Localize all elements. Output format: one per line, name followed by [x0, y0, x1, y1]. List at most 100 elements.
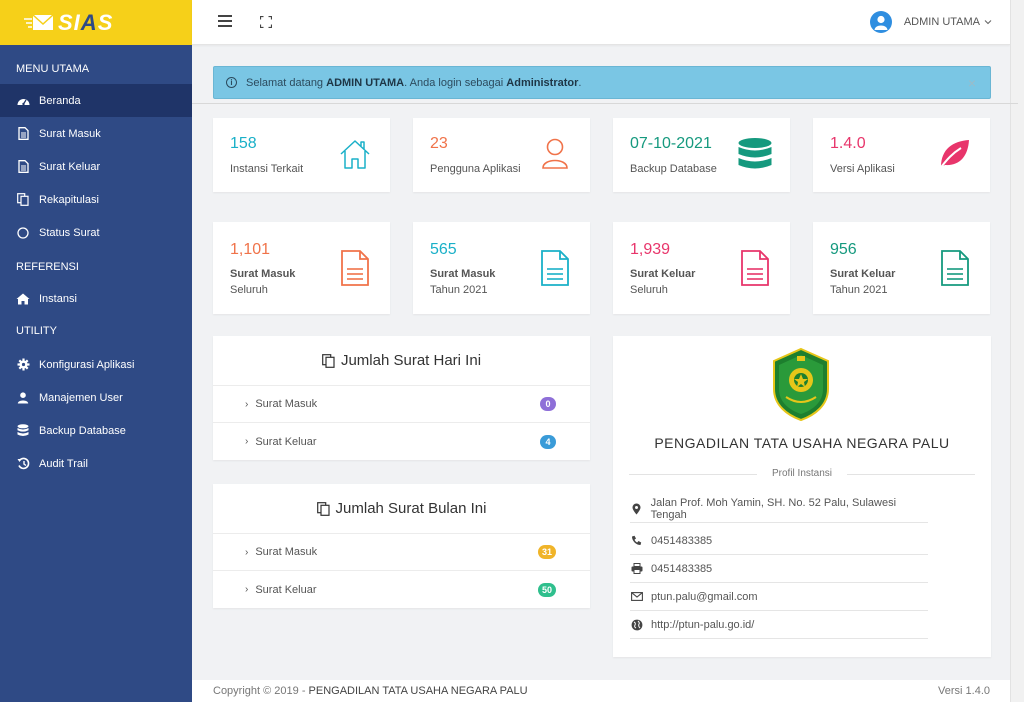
institution-name: PENGADILAN TATA USAHA NEGARA PALU [654, 435, 950, 451]
stat-label: Surat Masuk [230, 268, 296, 280]
list-item-surat-masuk-bulan[interactable]: › Surat Masuk 31 [213, 534, 590, 571]
list-item-surat-masuk-hari[interactable]: › Surat Masuk 0 [213, 386, 590, 423]
brand-logo[interactable]: SIAS [0, 0, 192, 45]
chevron-right-icon: › [245, 584, 249, 595]
version-text: Versi 1.4.0 [938, 685, 990, 697]
circle-icon [16, 226, 30, 240]
gear-icon [16, 358, 30, 372]
close-icon[interactable]: × [968, 75, 976, 91]
stat-card-backup[interactable]: 07-10-2021 Backup Database [613, 118, 790, 192]
menu-section-referensi: REFERENSI [16, 261, 79, 273]
sidebar-item-label: Status Surat [39, 226, 100, 239]
map-marker-icon [630, 503, 643, 515]
copy-icon [322, 353, 335, 368]
sidebar-item-manajemen-user[interactable]: Manajemen User [0, 381, 192, 414]
stat-label: Pengguna Aplikasi [430, 163, 521, 175]
dashboard-icon [16, 94, 30, 108]
sidebar-item-label: Konfigurasi Aplikasi [39, 358, 135, 371]
phone-icon [630, 535, 643, 546]
database-icon [16, 424, 30, 438]
count-badge: 50 [537, 582, 556, 597]
home-icon [16, 292, 30, 306]
sidebar-item-label: Audit Trail [39, 457, 88, 470]
stat-value: 1,939 [630, 241, 671, 258]
hamburger-menu-icon[interactable] [218, 15, 232, 27]
stat-card-surat-masuk-tahun[interactable]: 565 Surat Masuk Tahun 2021 [413, 222, 590, 314]
copy-icon [316, 501, 330, 516]
panel-title: Jumlah Surat Hari Ini [213, 336, 590, 386]
database-icon [738, 138, 772, 169]
copyright-text: Copyright © 2019 - PENGADILAN TATA USAHA… [213, 685, 528, 697]
panel-surat-hari-ini: Jumlah Surat Hari Ini › Surat Masuk 0 › … [213, 336, 590, 460]
scrollbar[interactable] [1010, 0, 1024, 702]
document-icon [941, 250, 969, 286]
sidebar-item-status-surat[interactable]: Status Surat [0, 216, 192, 249]
sidebar-item-label: Instansi [39, 292, 77, 305]
phone-row: 0451483385 [630, 527, 928, 555]
stat-sublabel: Seluruh [230, 284, 268, 296]
sidebar-item-surat-keluar[interactable]: Surat Keluar [0, 150, 192, 183]
sidebar-item-beranda[interactable]: Beranda [0, 84, 192, 117]
stat-value: 565 [430, 241, 457, 258]
sidebar-item-label: Surat Masuk [39, 127, 101, 140]
sidebar-item-instansi[interactable]: Instansi [0, 282, 192, 315]
sidebar-item-label: Surat Keluar [39, 160, 101, 173]
copy-icon [16, 193, 30, 207]
stat-sublabel: Seluruh [630, 284, 668, 296]
sidebar-item-audit-trail[interactable]: Audit Trail [0, 447, 192, 480]
sidebar: SIAS MENU UTAMA Beranda Surat Masuk Sura… [0, 0, 192, 702]
sidebar-item-surat-masuk[interactable]: Surat Masuk [0, 117, 192, 150]
stat-card-versi[interactable]: 1.4.0 Versi Aplikasi [813, 118, 990, 192]
stat-label: Backup Database [630, 163, 717, 175]
home-icon [340, 140, 370, 169]
stat-card-pengguna[interactable]: 23 Pengguna Aplikasi [413, 118, 590, 192]
address-row: Jalan Prof. Moh Yamin, SH. No. 52 Palu, … [630, 495, 928, 523]
stat-value: 07-10-2021 [630, 135, 712, 152]
sidebar-item-backup-database[interactable]: Backup Database [0, 414, 192, 447]
court-emblem-logo [773, 347, 829, 422]
panel-title: Jumlah Surat Bulan Ini [213, 484, 590, 534]
stat-label: Surat Masuk [430, 268, 496, 280]
stat-card-surat-masuk-seluruh[interactable]: 1,101 Surat Masuk Seluruh [213, 222, 390, 314]
count-badge: 0 [540, 397, 556, 411]
document-icon [341, 250, 369, 286]
email-row: ptun.palu@gmail.com [630, 583, 928, 611]
list-item-surat-keluar-hari[interactable]: › Surat Keluar 4 [213, 423, 590, 460]
sidebar-item-label: Manajemen User [39, 391, 123, 404]
stat-card-surat-keluar-seluruh[interactable]: 1,939 Surat Keluar Seluruh [613, 222, 790, 314]
stat-label: Versi Aplikasi [830, 163, 895, 175]
user-name: ADMIN UTAMA [903, 16, 980, 28]
list-item-surat-keluar-bulan[interactable]: › Surat Keluar 50 [213, 571, 590, 608]
panel-surat-bulan-ini: Jumlah Surat Bulan Ini › Surat Masuk 31 … [213, 484, 590, 608]
sidebar-item-rekapitulasi[interactable]: Rekapitulasi [0, 183, 192, 216]
stat-card-instansi[interactable]: 158 Instansi Terkait [213, 118, 390, 192]
history-icon [16, 457, 30, 471]
avatar [869, 11, 892, 33]
leaf-icon [938, 140, 969, 171]
sidebar-item-konfigurasi[interactable]: Konfigurasi Aplikasi [0, 348, 192, 381]
sidebar-item-label: Beranda [39, 94, 81, 107]
stat-sublabel: Tahun 2021 [430, 284, 488, 296]
welcome-alert: i Selamat datang ADMIN UTAMA. Anda login… [213, 66, 991, 99]
mail-logo-icon [24, 13, 54, 30]
print-icon [630, 563, 643, 574]
document-icon [741, 250, 769, 286]
stat-value: 23 [430, 135, 448, 152]
user-icon [542, 138, 568, 169]
user-menu[interactable]: ADMIN UTAMA [869, 11, 992, 33]
stat-card-surat-keluar-tahun[interactable]: 956 Surat Keluar Tahun 2021 [813, 222, 990, 314]
count-badge: 4 [540, 434, 556, 449]
count-badge: 31 [537, 545, 556, 559]
profile-subtitle: Profil Instansi [629, 468, 975, 479]
chevron-down-icon [984, 20, 992, 25]
topbar: ADMIN UTAMA [192, 0, 1010, 45]
stat-label: Surat Keluar [830, 268, 896, 280]
alert-text: Selamat datang ADMIN UTAMA. Anda login s… [246, 76, 582, 89]
sidebar-item-label: Rekapitulasi [39, 193, 99, 206]
envelope-icon [630, 592, 643, 601]
stat-value: 158 [230, 135, 257, 152]
fullscreen-icon[interactable] [260, 16, 272, 28]
stat-value: 1.4.0 [830, 135, 866, 152]
fax-row: 0451483385 [630, 555, 928, 583]
globe-icon [630, 619, 643, 631]
